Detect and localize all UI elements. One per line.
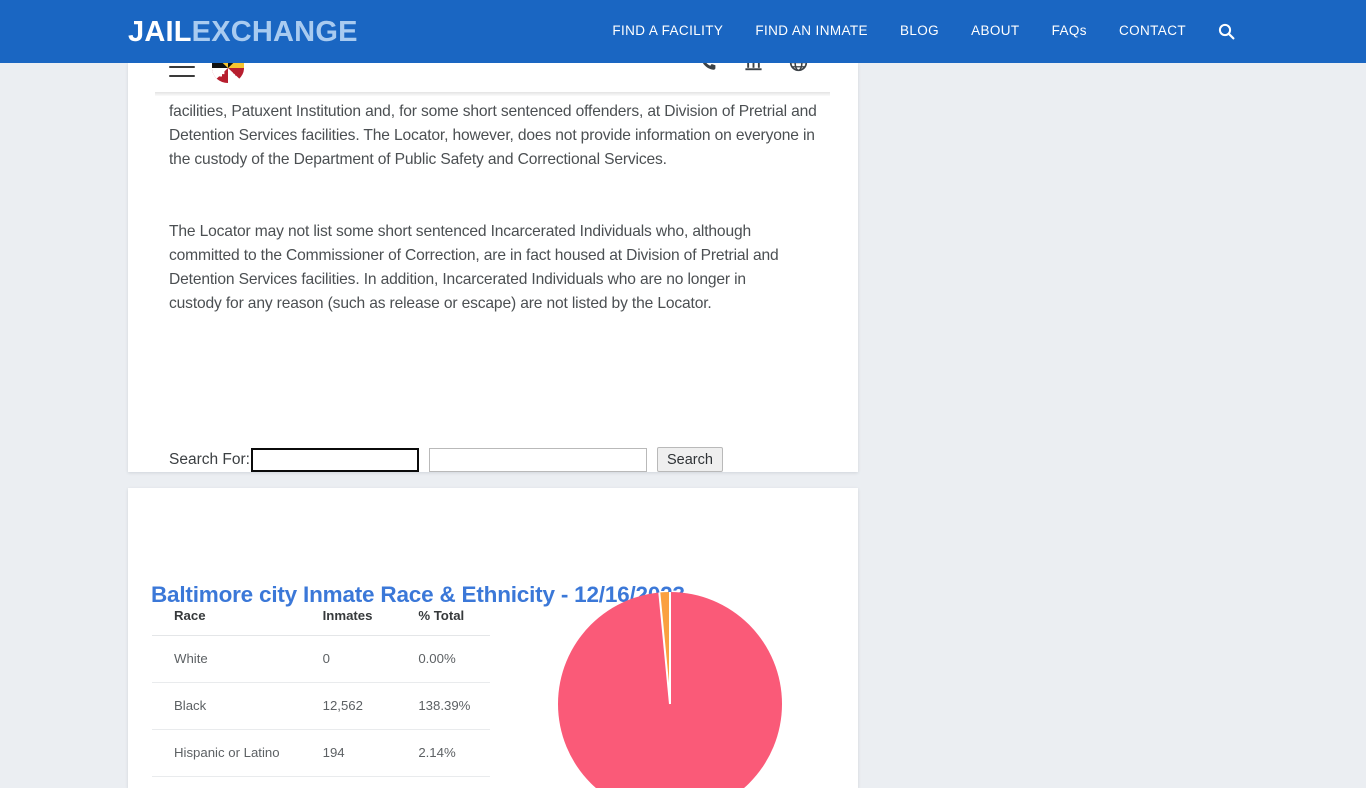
cell-inmates: 194: [300, 729, 397, 777]
table-header-row: Race Inmates % Total: [152, 606, 490, 636]
hamburger-menu-icon[interactable]: [169, 63, 195, 77]
nav-item-blog[interactable]: BLOG: [884, 21, 955, 41]
embedded-state-locator-frame: facilities, Patuxent Institution and, fo…: [155, 63, 830, 472]
site-logo[interactable]: JAILEXCHANGE: [128, 16, 358, 48]
pie-slice-divider: [669, 592, 671, 704]
cell-inmates: 12,562: [300, 682, 397, 730]
cell-pct: 2.14%: [396, 729, 490, 777]
table-row: Black 12,562 138.39%: [152, 682, 490, 730]
table-row: Hispanic or Latino 194 2.14%: [152, 729, 490, 777]
cell-inmates: 0: [300, 635, 397, 683]
inmate-locator-card: facilities, Patuxent Institution and, fo…: [128, 63, 858, 472]
embedded-toolbar: [155, 63, 830, 92]
logo-text-secondary: EXCHANGE: [191, 16, 358, 48]
column-header-inmates: Inmates: [300, 606, 397, 636]
content-top-divider: [155, 92, 830, 96]
main-navigation: FIND A FACILITY FIND AN INMATE BLOG ABOU…: [596, 21, 1236, 41]
race-ethnicity-pie-chart: [558, 592, 810, 788]
pie-slices[interactable]: [558, 592, 782, 788]
cell-pct: 0.00%: [396, 635, 490, 683]
nav-item-contact[interactable]: CONTACT: [1103, 21, 1202, 41]
phone-icon[interactable]: [699, 63, 718, 72]
bank-institution-icon[interactable]: [744, 63, 763, 72]
search-icon[interactable]: [1216, 21, 1236, 41]
nav-item-about[interactable]: ABOUT: [955, 21, 1036, 41]
search-last-name-input[interactable]: [250, 447, 419, 472]
race-ethnicity-table: Race Inmates % Total White 0 0.00% Black…: [152, 606, 490, 777]
logo-text-primary: JAIL: [128, 16, 192, 48]
globe-icon[interactable]: [789, 63, 808, 72]
table-row: White 0 0.00%: [152, 635, 490, 683]
race-ethnicity-card: Baltimore city Inmate Race & Ethnicity -…: [128, 488, 858, 788]
cell-pct: 138.39%: [396, 682, 490, 730]
search-submit-button[interactable]: Search: [656, 447, 723, 472]
cell-race: Black: [152, 682, 301, 730]
cell-race: White: [152, 635, 301, 683]
nav-item-faqs[interactable]: FAQs: [1036, 21, 1103, 41]
page-background-left: [0, 63, 128, 768]
locator-paragraph-1: facilities, Patuxent Institution and, fo…: [169, 103, 817, 168]
maryland-flag-logo[interactable]: [211, 63, 245, 84]
locator-paragraph-2: The Locator may not list some short sent…: [169, 223, 779, 312]
nav-item-find-an-inmate[interactable]: FIND AN INMATE: [739, 21, 884, 41]
search-for-label: Search For:: [169, 450, 250, 468]
cell-race: Hispanic or Latino: [152, 729, 301, 777]
embedded-toolbar-actions: [699, 63, 808, 72]
site-header: JAILEXCHANGE FIND A FACILITY FIND AN INM…: [0, 0, 1366, 63]
page-background-right: [858, 63, 1366, 768]
column-header-pct: % Total: [396, 606, 490, 636]
column-header-race: Race: [152, 606, 301, 636]
inmate-search-form: Search For: Search: [169, 447, 723, 472]
search-first-name-input[interactable]: [428, 447, 647, 472]
nav-item-find-a-facility[interactable]: FIND A FACILITY: [596, 21, 739, 41]
